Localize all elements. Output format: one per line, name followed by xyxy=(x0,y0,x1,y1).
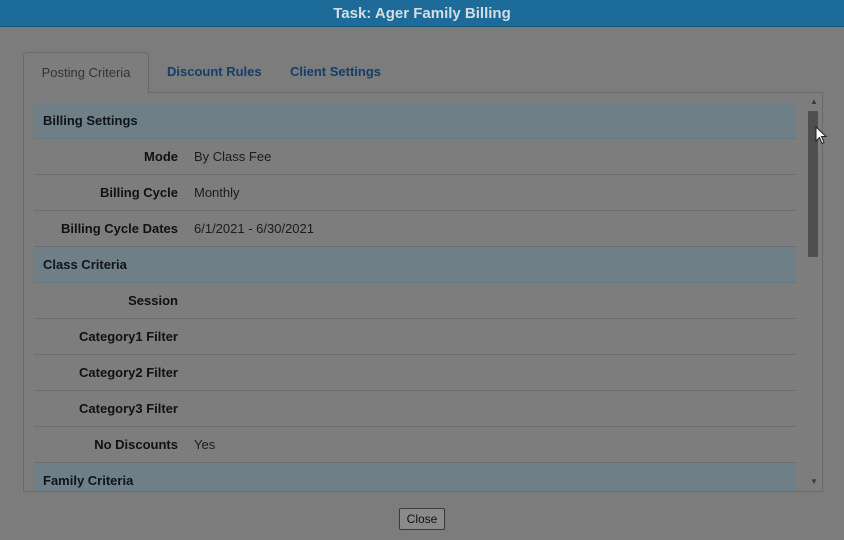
field-label: Billing Cycle xyxy=(99,185,178,200)
vertical-scrollbar[interactable]: ▲ ▼ xyxy=(806,93,822,491)
field-label: Billing Cycle Dates xyxy=(60,221,178,236)
field-label: Category2 Filter xyxy=(79,365,178,380)
section-header-class-criteria: Class Criteria xyxy=(34,247,796,283)
field-label: Session xyxy=(128,293,178,308)
scroll-up-arrow-icon[interactable]: ▲ xyxy=(806,95,822,109)
field-value: By Class Fee xyxy=(194,149,272,164)
dialog-title: Task: Ager Family Billing xyxy=(333,4,511,22)
tab-client-settings[interactable]: Client Settings xyxy=(290,52,381,92)
section-header-billing-settings: Billing Settings xyxy=(34,103,796,139)
scroll-down-arrow-icon[interactable]: ▼ xyxy=(806,475,822,489)
field-value: 6/1/2021 - 6/30/2021 xyxy=(194,221,314,236)
field-label: Category3 Filter xyxy=(79,401,178,416)
field-row-session: Session xyxy=(34,283,796,319)
field-row-category3-filter: Category3 Filter xyxy=(34,391,796,427)
field-label: Mode xyxy=(144,149,178,164)
section-header-family-criteria: Family Criteria xyxy=(34,463,796,491)
field-label: No Discounts xyxy=(94,437,178,452)
mouse-pointer-icon xyxy=(815,126,827,145)
posting-criteria-panel: Billing Settings Mode By Class Fee Billi… xyxy=(23,92,823,492)
field-row-category1-filter: Category1 Filter xyxy=(34,319,796,355)
field-value: Yes xyxy=(194,437,216,452)
field-row-billing-cycle-dates: Billing Cycle Dates 6/1/2021 - 6/30/2021 xyxy=(34,211,796,247)
field-row-billing-cycle: Billing Cycle Monthly xyxy=(34,175,796,211)
tab-posting-criteria[interactable]: Posting Criteria xyxy=(23,52,149,94)
tab-discount-rules[interactable]: Discount Rules xyxy=(167,52,262,92)
field-row-category2-filter: Category2 Filter xyxy=(34,355,796,391)
close-button[interactable]: Close xyxy=(399,508,445,530)
criteria-list: Billing Settings Mode By Class Fee Billi… xyxy=(34,103,796,491)
dialog-title-bar: Task: Ager Family Billing xyxy=(0,0,844,27)
field-value: Monthly xyxy=(194,185,240,200)
field-label: Category1 Filter xyxy=(79,329,178,344)
field-row-mode: Mode By Class Fee xyxy=(34,139,796,175)
field-row-no-discounts: No Discounts Yes xyxy=(34,427,796,463)
